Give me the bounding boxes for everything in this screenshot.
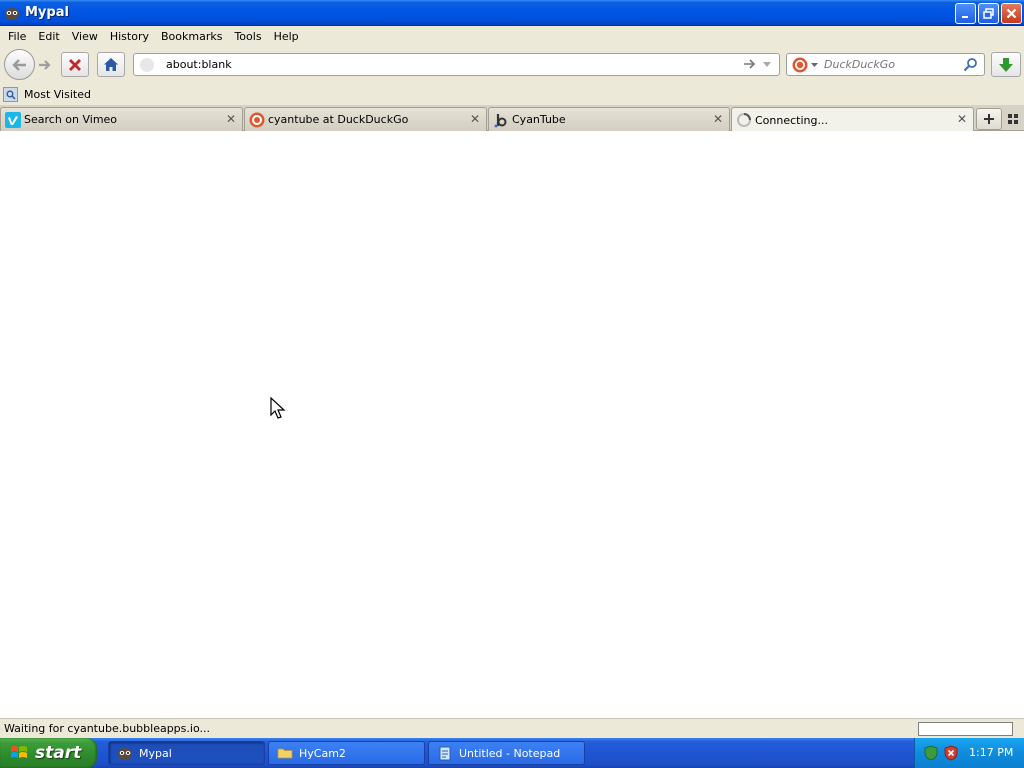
menu-help[interactable]: Help [268,30,305,43]
windows-logo-icon [11,746,27,758]
chevron-down-icon[interactable] [811,62,818,68]
mouse-cursor-icon [270,397,286,419]
close-icon [1006,8,1017,19]
menu-bar: File Edit View History Bookmarks Tools H… [0,26,1024,46]
url-text[interactable]: about:blank [166,58,232,71]
tab-label: cyantube at DuckDuckGo [268,113,409,126]
security-shield-icon[interactable] [923,745,939,761]
menu-edit[interactable]: Edit [32,30,65,43]
menu-history[interactable]: History [104,30,155,43]
download-icon [999,57,1013,72]
window-title: Mypal [25,5,69,20]
tab-vimeo[interactable]: Search on Vimeo ✕ [0,107,243,131]
bubble-icon [493,112,509,128]
bookmark-label: Most Visited [24,88,91,101]
menu-view[interactable]: View [66,30,104,43]
menu-bookmarks[interactable]: Bookmarks [155,30,228,43]
bookmark-most-visited[interactable]: Most Visited [3,87,91,102]
chevron-down-icon[interactable] [761,58,773,70]
menu-tools[interactable]: Tools [228,30,267,43]
stop-button[interactable] [61,52,89,77]
forward-button[interactable] [34,54,56,76]
close-window-button[interactable] [1001,3,1022,24]
window-titlebar[interactable]: Mypal [0,0,1024,26]
taskbar-item-label: Mypal [139,746,172,760]
downloads-button[interactable] [991,52,1021,77]
duckduckgo-icon [249,112,265,128]
status-text: Waiting for cyantube.bubbleapps.io... [4,722,210,735]
plus-icon [984,114,994,124]
taskbar-item-hycam2[interactable]: HyCam2 [268,741,425,765]
tab-label: Search on Vimeo [24,113,118,126]
mypal-icon [118,748,132,760]
start-label: start [35,743,82,763]
mypal-icon [5,7,19,20]
loading-icon [736,112,752,128]
system-tray: 1:17 PM [914,738,1024,768]
bookmarks-toolbar: Most Visited [0,84,1024,105]
close-tab-icon[interactable]: ✕ [956,112,968,126]
taskbar-item-label: HyCam2 [299,746,346,760]
folder-icon [277,748,293,759]
restore-icon [982,7,994,19]
alert-shield-icon[interactable] [943,745,959,761]
close-tab-icon[interactable]: ✕ [712,112,724,126]
home-icon [104,58,118,71]
minimize-icon [961,15,968,18]
taskbar: start Mypal HyCam2 Untitled - Notepad 1:… [0,738,1024,768]
close-tab-icon[interactable]: ✕ [225,112,237,126]
home-button[interactable] [97,52,125,77]
notepad-icon [439,746,451,761]
forward-icon [39,60,51,70]
taskbar-item-label: Untitled - Notepad [459,746,561,760]
stop-icon [69,58,81,71]
clock[interactable]: 1:17 PM [969,746,1013,759]
search-icon[interactable] [963,57,978,72]
tab-label: CyanTube [512,113,566,126]
list-all-tabs-icon[interactable] [1006,112,1020,126]
back-icon [11,58,26,71]
taskbar-item-notepad[interactable]: Untitled - Notepad [428,741,585,765]
taskbar-item-mypal[interactable]: Mypal [108,741,265,765]
new-tab-button[interactable] [976,108,1002,130]
minimize-button[interactable] [955,3,976,24]
vimeo-icon [5,111,21,128]
menu-file[interactable]: File [2,30,32,43]
start-button[interactable]: start [0,738,97,768]
smart-folder-icon [3,87,18,102]
search-input[interactable] [824,55,964,74]
tab-label: Connecting... [755,113,828,127]
url-bar[interactable]: about:blank [133,53,780,76]
search-engine-icon[interactable] [792,57,808,73]
page-content[interactable] [0,131,1024,718]
back-button[interactable] [4,49,35,80]
tab-strip: Search on Vimeo ✕ cyantube at DuckDuckGo… [0,105,1024,132]
progress-meter [918,722,1013,736]
tab-cyantube[interactable]: CyanTube ✕ [488,107,730,131]
close-tab-icon[interactable]: ✕ [469,112,481,126]
site-identity-icon [140,57,154,72]
navigation-toolbar: about:blank [0,46,1024,84]
go-arrow-icon[interactable] [743,57,757,71]
tab-duckduckgo[interactable]: cyantube at DuckDuckGo ✕ [244,107,487,131]
tab-connecting[interactable]: Connecting... ✕ [731,107,974,132]
status-bar: Waiting for cyantube.bubbleapps.io... [0,718,1024,738]
restore-button[interactable] [978,3,999,24]
search-bar[interactable] [786,53,985,76]
